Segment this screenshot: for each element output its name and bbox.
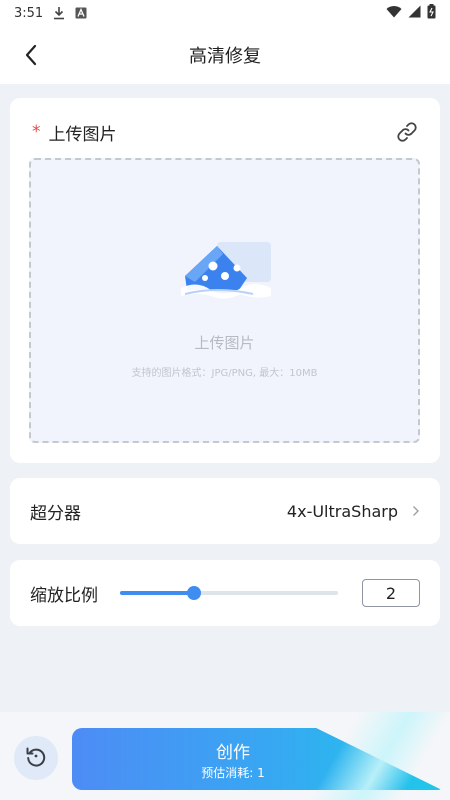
page-title: 高清修复 <box>189 46 261 67</box>
status-time: 3:51 <box>14 5 44 21</box>
upscaler-label: 超分器 <box>30 503 81 524</box>
app-bar: 高清修复 <box>0 26 450 84</box>
reset-icon <box>24 744 48 772</box>
chevron-right-icon <box>412 502 420 521</box>
a-badge-icon <box>75 7 87 19</box>
bottom-bar: 创作 预估消耗: 1 <box>0 712 450 800</box>
battery-icon <box>427 3 436 23</box>
upload-label: 上传图片 <box>48 124 117 145</box>
slider-thumb[interactable] <box>187 586 202 600</box>
scale-card: 缩放比例 <box>10 560 440 626</box>
signal-icon <box>408 5 421 22</box>
upload-dropzone[interactable]: 上传图片 支持的图片格式：JPG/PNG, 最大：10MB <box>29 158 420 443</box>
slider-fill <box>120 591 195 595</box>
status-bar: 3:51 <box>0 0 450 26</box>
upload-card: * 上传图片 上传图片 支持的图片格式：JPG/PNG, 最大：10MB <box>10 98 440 463</box>
wifi-icon <box>386 5 402 22</box>
upscaler-value: 4x-UltraSharp <box>286 501 398 521</box>
upload-image-icon <box>177 238 277 308</box>
upload-header: * 上传图片 <box>32 120 418 145</box>
create-button[interactable]: 创作 预估消耗: 1 <box>72 728 442 790</box>
required-mark: * <box>32 122 41 142</box>
dropzone-title: 上传图片 <box>194 334 255 352</box>
reset-button[interactable] <box>14 736 58 780</box>
scale-slider[interactable] <box>120 583 338 603</box>
cost-label: 预估消耗: 1 <box>201 766 265 780</box>
download-icon <box>53 6 65 20</box>
create-label: 创作 <box>216 743 250 763</box>
upscaler-selector[interactable]: 超分器 4x-UltraSharp <box>10 478 440 544</box>
dropzone-hint: 支持的图片格式：JPG/PNG, 最大：10MB <box>131 368 318 379</box>
scale-value-input[interactable] <box>362 579 420 607</box>
scale-label: 缩放比例 <box>30 585 98 606</box>
chevron-left-icon[interactable] <box>16 40 46 70</box>
link-icon[interactable] <box>396 121 418 143</box>
